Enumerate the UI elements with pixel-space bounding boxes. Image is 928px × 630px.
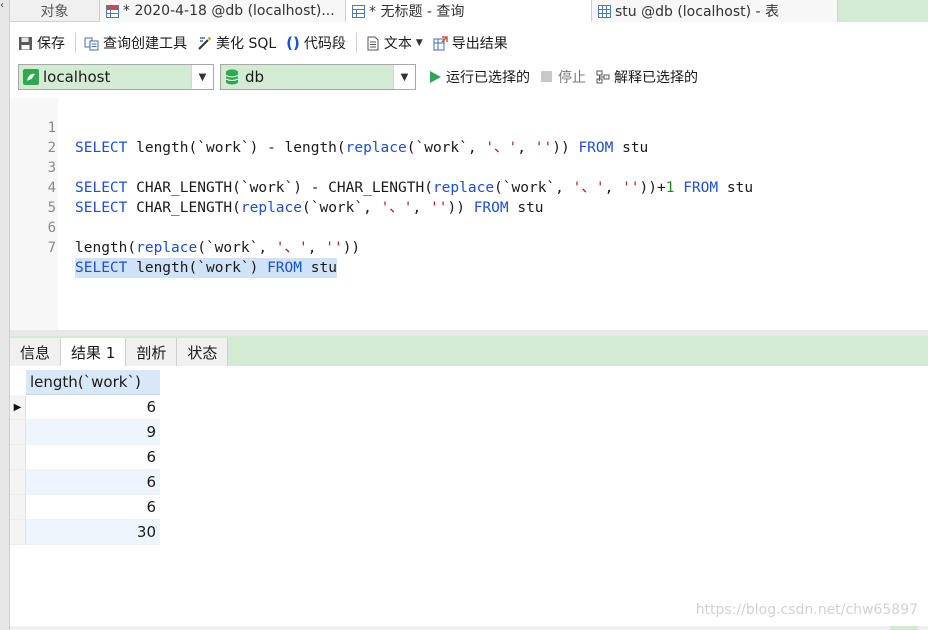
explain-selected-button[interactable]: 解释已选择的 (596, 65, 698, 89)
code-text: length(replace(`work`, '、', '')) (75, 240, 361, 256)
query-builder-icon (84, 37, 99, 50)
explain-icon (596, 70, 610, 84)
connection-bar: localhost ▼ db ▼ 运行已选择的 停止 解释已选择的 (10, 62, 928, 92)
tab-status[interactable]: 状态 (177, 338, 229, 366)
tab-design-2020-4-18[interactable]: * 2020-4-18 @db (localhost)... (100, 0, 346, 22)
connection-value: localhost (43, 68, 111, 86)
code-line: 4 SELECT CHAR_LENGTH(replace(`work`, '、'… (10, 158, 928, 216)
database-icon (225, 69, 239, 85)
database-select[interactable]: db ▼ (220, 64, 416, 90)
query-builder-button[interactable]: 查询创建工具 (84, 31, 187, 55)
export-icon (433, 35, 448, 50)
save-icon (19, 36, 32, 50)
tab-objects[interactable]: 对象 (10, 0, 100, 22)
tab-stu-table[interactable]: stu @db (localhost) - 表 (592, 0, 838, 22)
tab-bar-filler (838, 0, 928, 22)
row-header (10, 445, 26, 470)
chevron-down-icon[interactable]: ▼ (393, 65, 415, 89)
stop-icon (541, 71, 552, 82)
row-header (10, 520, 26, 545)
grid-icon (106, 4, 119, 18)
stop-button[interactable]: 停止 (540, 65, 586, 89)
table-cell[interactable]: 30 (26, 520, 160, 545)
watermark: https://blog.csdn.net/chw65897 (695, 602, 918, 618)
table-cell[interactable]: 6 (26, 395, 160, 420)
tab-label: stu @db (localhost) - 表 (615, 4, 780, 20)
table-icon (598, 4, 611, 18)
play-icon (430, 71, 441, 83)
tab-result-1[interactable]: 结果 1 (61, 338, 127, 366)
export-results-button[interactable]: 导出结果 (433, 31, 508, 55)
tab-label: 对象 (40, 4, 69, 20)
table-row[interactable]: 6 (10, 445, 160, 470)
code-snippet-button[interactable]: () 代码段 (286, 31, 346, 55)
code-line: 1 SELECT length(`work`) - length(replace… (10, 98, 928, 156)
snippet-icon: () (286, 34, 300, 52)
code-line: 3 SELECT CHAR_LENGTH(`work`) - CHAR_LENG… (10, 138, 928, 196)
beautify-sql-button[interactable]: 美化 SQL (197, 31, 276, 55)
connection-select[interactable]: localhost ▼ (18, 64, 214, 90)
result-grid[interactable]: length(`work`) ▶ 6 9 6 6 6 30 (10, 370, 160, 545)
toolbar-divider (75, 33, 76, 53)
document-icon (367, 36, 379, 50)
collapse-arrow-icon[interactable]: ‹ (0, 0, 4, 11)
tab-profile[interactable]: 剖析 (126, 338, 178, 366)
row-header (10, 495, 26, 520)
code-line: 5 (10, 178, 928, 216)
chevron-down-icon[interactable]: ▼ (416, 38, 423, 48)
status-indicator (890, 626, 918, 630)
document-tab-bar: 对象 * 2020-4-18 @db (localhost)... * 无标题 … (10, 0, 928, 22)
status-strip (10, 626, 928, 630)
database-value: db (245, 68, 265, 86)
code-line: 6 length(replace(`work`, '、', '')) (10, 198, 928, 256)
table-row[interactable]: 30 (10, 520, 160, 545)
code-line: 2 (10, 118, 928, 156)
sql-editor[interactable]: 1 SELECT length(`work`) - length(replace… (10, 98, 928, 330)
query-icon (352, 4, 365, 18)
result-tab-bar: 信息 结果 1 剖析 状态 (10, 336, 928, 366)
table-cell[interactable]: 6 (26, 495, 160, 520)
connection-icon (23, 69, 39, 85)
line-number: 7 (47, 240, 56, 256)
table-row[interactable]: ▶ 6 (10, 395, 160, 420)
tab-label: * 无标题 - 查询 (369, 4, 465, 20)
chevron-down-icon[interactable]: ▼ (191, 65, 213, 89)
row-header (10, 420, 26, 445)
table-cell[interactable]: 9 (26, 420, 160, 445)
table-row[interactable]: 9 (10, 420, 160, 445)
save-button[interactable]: 保存 (18, 31, 65, 55)
query-toolbar: 保存 查询创建工具 美化 SQL () 代码段 文本 ▼ 导出结果 (10, 28, 928, 58)
grid-header-row: length(`work`) (10, 370, 160, 395)
text-mode-button[interactable]: 文本 ▼ (365, 31, 423, 55)
column-header[interactable]: length(`work`) (26, 370, 160, 395)
tab-message[interactable]: 信息 (10, 338, 62, 366)
current-row-marker-icon: ▶ (10, 395, 26, 420)
tab-label: * 2020-4-18 @db (localhost)... (123, 3, 335, 19)
code-line: 7 SELECT length(`work`) FROM stu (10, 218, 928, 278)
selected-code-text: SELECT length(`work`) FROM stu (75, 258, 337, 278)
table-row[interactable]: 6 (10, 470, 160, 495)
grid-corner (10, 370, 26, 395)
toolbar-divider (355, 33, 357, 53)
table-cell[interactable]: 6 (26, 470, 160, 495)
table-cell[interactable]: 6 (26, 445, 160, 470)
row-header (10, 470, 26, 495)
magic-wand-icon (198, 36, 211, 50)
app-window: ‹ 对象 * 2020-4-18 @db (localhost)... * 无标… (0, 0, 928, 630)
run-selected-button[interactable]: 运行已选择的 (428, 65, 530, 89)
left-panel-edge[interactable]: ‹ (0, 0, 10, 630)
tab-untitled-query[interactable]: * 无标题 - 查询 (346, 0, 592, 22)
table-row[interactable]: 6 (10, 495, 160, 520)
